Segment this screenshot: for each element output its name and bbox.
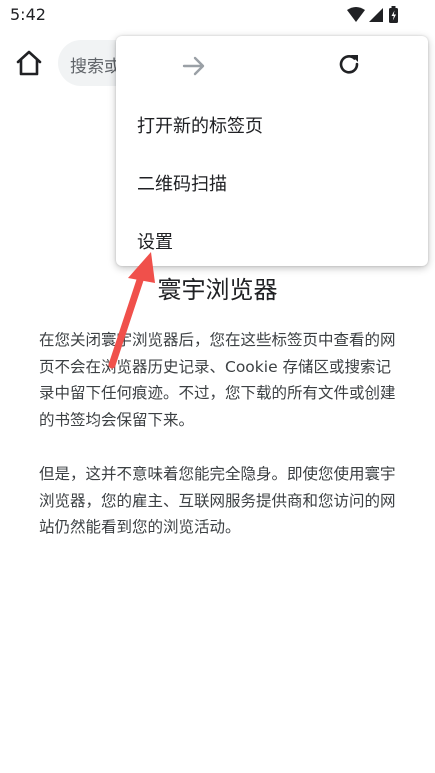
browser-page: 5:42 搜索或输入网址 寰宇浏览器 在您关闭寰宇浏览器后，您在这些标签页中查看… [0,0,435,773]
menu-item-qr-scan[interactable]: 二维码扫描 [116,154,428,210]
menu-item-new-tab[interactable]: 打开新的标签页 [116,96,428,152]
menu-icon-row [116,36,428,94]
reload-icon[interactable] [335,51,363,79]
battery-icon [389,6,398,23]
menu-item-label: 二维码扫描 [137,174,227,195]
forward-icon[interactable] [180,52,208,80]
status-bar: 5:42 [0,0,435,30]
incognito-warning: 但是，这并不意味着您能完全隐身。即使您使用寰宇浏览器，您的雇主、互联网服务提供商… [39,465,396,536]
menu-item-label: 设置 [137,232,173,253]
overflow-menu: 打开新的标签页 二维码扫描 设置 [116,36,428,266]
home-icon[interactable] [14,48,44,78]
incognito-description: 在您关闭寰宇浏览器后，您在这些标签页中查看的网页不会在浏览器历史记录、Cooki… [39,331,396,429]
menu-item-settings[interactable]: 设置 [116,212,428,268]
page-title: 寰宇浏览器 [157,276,278,304]
status-icons [347,6,398,23]
signal-icon [369,8,383,22]
menu-item-label: 打开新的标签页 [137,116,263,137]
wifi-icon [347,7,365,22]
status-time: 5:42 [10,5,46,24]
